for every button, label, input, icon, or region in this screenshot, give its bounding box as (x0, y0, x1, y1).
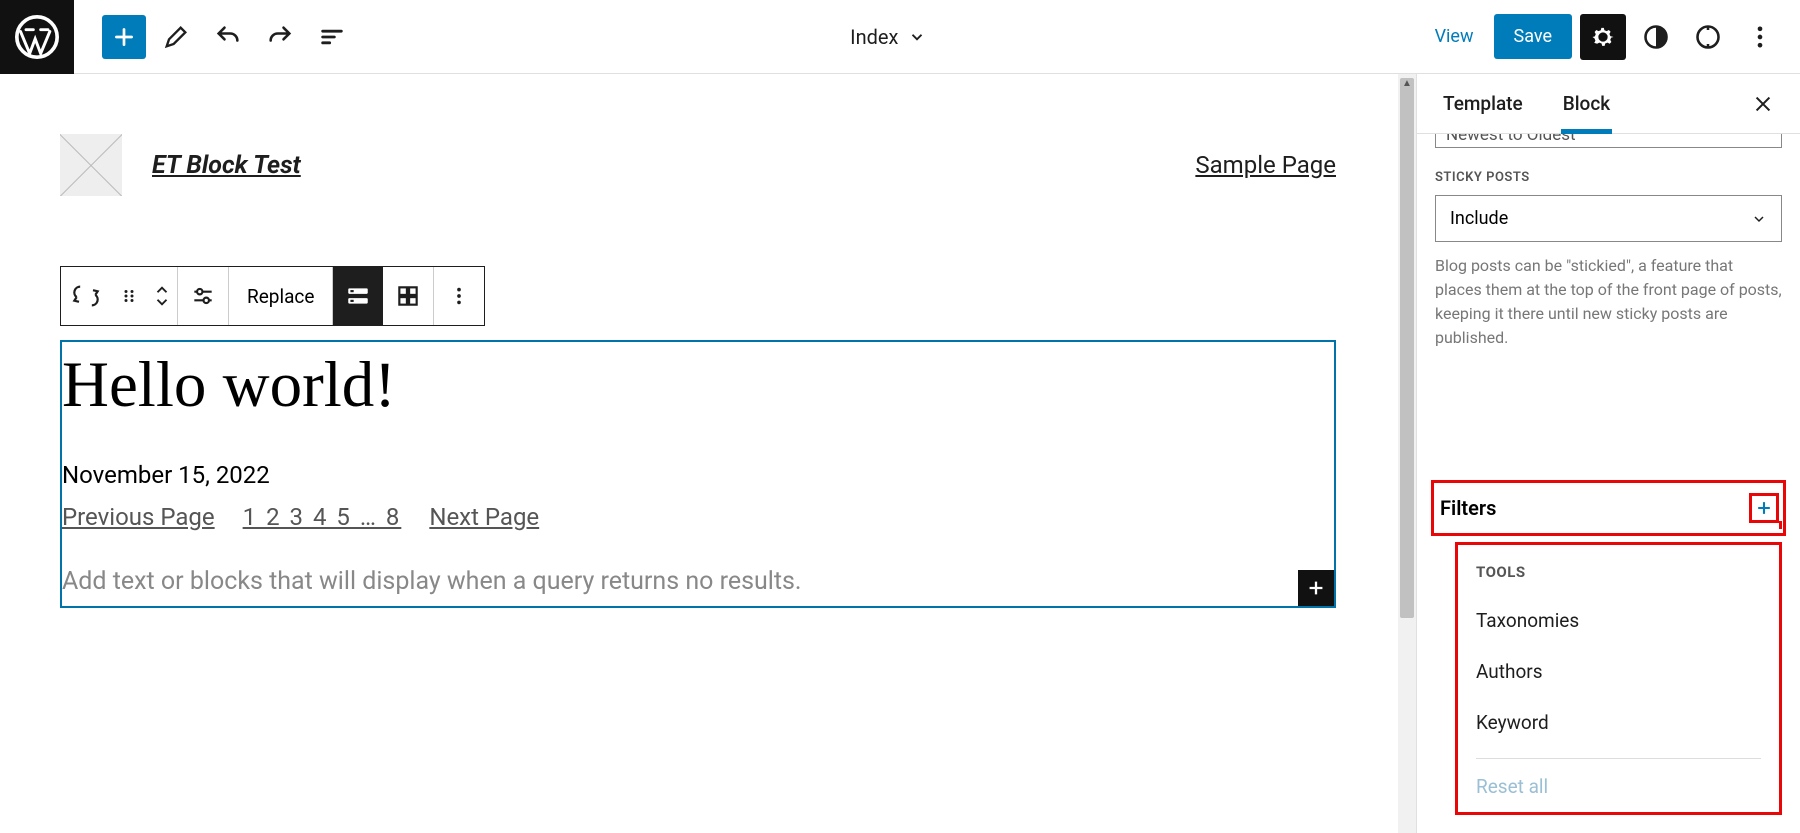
add-filter-button[interactable] (1749, 493, 1779, 523)
replace-button[interactable]: Replace (229, 267, 332, 325)
toolbar-right-group: View Save (1423, 14, 1800, 60)
scrollbar-thumb[interactable] (1400, 78, 1414, 618)
chevron-down-icon (908, 28, 926, 46)
display-settings-button[interactable] (178, 267, 228, 325)
document-title[interactable]: Index (354, 25, 1423, 49)
pagination-next[interactable]: Next Page (429, 503, 539, 531)
canvas-scrollbar[interactable]: ▲ (1398, 74, 1416, 833)
grid-layout-icon (395, 283, 421, 309)
plus-icon (1754, 498, 1774, 518)
filters-panel-header[interactable]: Filters (1431, 480, 1786, 536)
toolbar-left-group (74, 15, 354, 59)
settings-sidebar: Template Block Newest to Oldest STICKY P… (1416, 74, 1800, 833)
plus-icon (111, 24, 137, 50)
filter-option-keyword[interactable]: Keyword (1458, 697, 1779, 748)
wordpress-icon (15, 15, 59, 59)
editor-canvas-wrap: ▲ ET Block Test Sample Page (0, 74, 1416, 833)
block-inserter-button[interactable] (102, 15, 146, 59)
tab-block[interactable]: Block (1543, 74, 1630, 133)
undo-button[interactable] (206, 15, 250, 59)
sidebar-body: Newest to Oldest STICKY POSTS Include Bl… (1417, 134, 1800, 442)
navigation-button[interactable] (1686, 15, 1730, 59)
editor-main: ▲ ET Block Test Sample Page (0, 74, 1800, 833)
compass-icon (1694, 23, 1722, 51)
filter-option-taxonomies[interactable]: Taxonomies (1458, 595, 1779, 646)
sticky-posts-value: Include (1450, 208, 1508, 229)
pencil-icon (162, 23, 190, 51)
sidebar-tabs: Template Block (1417, 74, 1800, 134)
kebab-icon (1746, 23, 1774, 51)
site-title[interactable]: ET Block Test (152, 151, 301, 180)
block-more-options[interactable] (434, 267, 484, 325)
filters-heading: Filters (1440, 496, 1496, 520)
close-icon (1752, 93, 1774, 115)
block-movers (147, 267, 177, 325)
sticky-posts-select[interactable]: Include (1435, 195, 1782, 242)
list-view-button[interactable] (310, 15, 354, 59)
site-header: ET Block Test Sample Page (60, 134, 1336, 266)
document-title-text: Index (850, 25, 898, 49)
settings-button[interactable] (1580, 14, 1626, 60)
pagination-numbers[interactable]: 1 2 3 4 5 … 8 (243, 503, 402, 531)
pagination: Previous Page 1 2 3 4 5 … 8 Next Page (62, 489, 1334, 531)
save-button[interactable]: Save (1494, 14, 1573, 59)
post-date[interactable]: November 15, 2022 (62, 423, 1334, 489)
filters-tools-popover: TOOLS Taxonomies Authors Keyword Reset a… (1455, 542, 1782, 815)
view-link[interactable]: View (1423, 26, 1486, 47)
query-loop-icon (72, 282, 100, 310)
post-title[interactable]: Hello world! (62, 342, 1334, 423)
tools-edit-button[interactable] (154, 15, 198, 59)
list-view-icon (318, 23, 346, 51)
sticky-posts-label: STICKY POSTS (1435, 170, 1782, 185)
reset-all-button[interactable]: Reset all (1458, 759, 1779, 812)
block-type-button[interactable] (61, 267, 111, 325)
close-sidebar-button[interactable] (1732, 83, 1794, 125)
editor-canvas[interactable]: ET Block Test Sample Page (0, 74, 1416, 608)
kebab-icon (448, 285, 470, 307)
grid-layout-button[interactable] (383, 267, 433, 325)
pagination-prev[interactable]: Previous Page (62, 503, 215, 531)
order-select-clipped[interactable]: Newest to Oldest (1435, 134, 1782, 148)
move-down-button[interactable] (153, 297, 171, 307)
drag-icon (120, 287, 138, 305)
sliders-icon (190, 283, 216, 309)
undo-icon (214, 23, 242, 51)
site-logo-placeholder[interactable] (60, 134, 122, 196)
styles-button[interactable] (1634, 15, 1678, 59)
top-toolbar: Index View Save (0, 0, 1800, 74)
chevron-down-icon (1751, 211, 1767, 227)
redo-icon (266, 23, 294, 51)
redo-button[interactable] (258, 15, 302, 59)
add-block-button[interactable] (1298, 570, 1334, 606)
move-up-button[interactable] (153, 285, 171, 295)
list-layout-button[interactable] (333, 267, 383, 325)
drag-handle[interactable] (111, 267, 147, 325)
block-toolbar: Replace (60, 266, 485, 326)
more-options-button[interactable] (1738, 15, 1782, 59)
no-results-placeholder[interactable]: Add text or blocks that will display whe… (62, 531, 1334, 606)
nav-link-sample-page[interactable]: Sample Page (1195, 151, 1336, 179)
list-layout-icon (345, 283, 371, 309)
filter-option-authors[interactable]: Authors (1458, 646, 1779, 697)
tools-label: TOOLS (1458, 563, 1779, 595)
plus-icon (1305, 577, 1327, 599)
wordpress-logo-button[interactable] (0, 0, 74, 74)
gear-icon (1589, 23, 1617, 51)
tab-template[interactable]: Template (1423, 74, 1543, 133)
query-loop-block[interactable]: Hello world! November 15, 2022 Previous … (60, 340, 1336, 608)
annotation-connector (1779, 521, 1782, 529)
order-select-value: Newest to Oldest (1446, 134, 1576, 145)
sticky-posts-help: Blog posts can be "stickied", a feature … (1435, 254, 1782, 350)
contrast-icon (1642, 23, 1670, 51)
